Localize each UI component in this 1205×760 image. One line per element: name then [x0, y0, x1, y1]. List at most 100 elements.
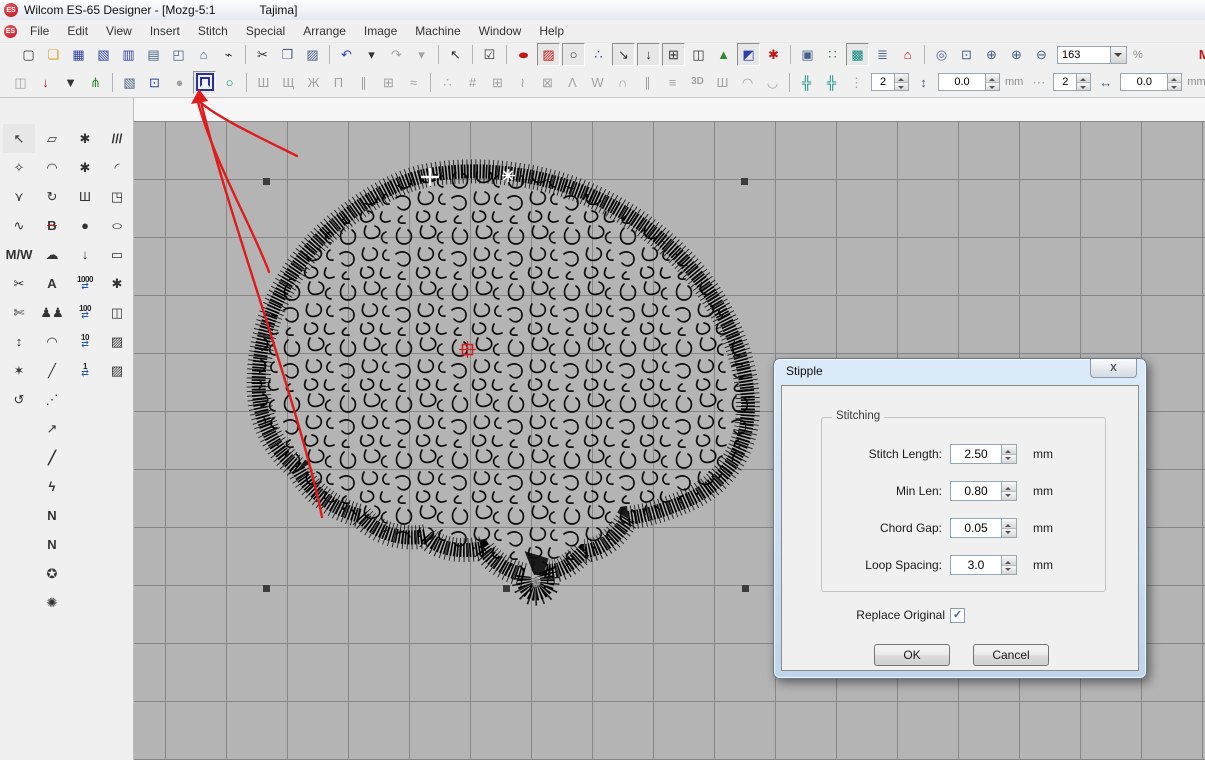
show-vector-icon[interactable]: ✱ [762, 43, 785, 66]
radial-fill-tool[interactable]: ✺ [36, 588, 68, 617]
needle-point-tool-icon[interactable]: ↓ [34, 71, 57, 94]
show-hoop-icon[interactable]: ◫ [687, 43, 710, 66]
spacing-1000-tool[interactable]: 1000⇄ [69, 269, 101, 298]
zoom-level-combo[interactable] [1057, 46, 1127, 64]
binoculars-tool[interactable]: ◫ [101, 298, 133, 327]
cloud-shape-tool[interactable]: ☁ [36, 240, 68, 269]
curved-fill-icon[interactable]: ≀ [511, 71, 534, 94]
print-icon[interactable]: ▤ [142, 43, 165, 66]
stitch-list-icon[interactable]: ≣ [871, 43, 894, 66]
menu-edit[interactable]: Edit [58, 21, 97, 41]
slant-lines-tool[interactable]: /// [101, 124, 133, 153]
col-spacing-spinner[interactable] [1120, 73, 1182, 91]
cloud-fill-a-icon[interactable]: ◠ [736, 71, 759, 94]
reshape-dome-tool[interactable]: ◠ [36, 153, 68, 182]
zoom-level-input[interactable] [1057, 46, 1110, 64]
mirror-copy-gray-tool[interactable]: ✱ [69, 153, 101, 182]
rectangle-tool[interactable]: ▭ [101, 240, 133, 269]
spacing-100-tool[interactable]: 100⇄ [69, 298, 101, 327]
stitch-length-input[interactable] [950, 444, 1002, 464]
menu-arrange[interactable]: Arrange [294, 21, 355, 41]
spacing-1-tool[interactable]: 1⇄ [69, 356, 101, 385]
export-machine-file-icon[interactable]: M [1193, 43, 1205, 66]
spacing-10-tool[interactable]: 10⇄ [69, 327, 101, 356]
connector-tool-icon[interactable]: ▼ [59, 71, 82, 94]
zoom-dropdown-icon[interactable] [1110, 46, 1127, 64]
ellipse-tool[interactable]: ○ [91, 211, 142, 240]
lettering-tool[interactable]: A [36, 269, 68, 298]
overview-thumbnail-icon[interactable]: ▣ [796, 43, 819, 66]
selection-handle[interactable] [263, 585, 270, 592]
zigzag-run-tool[interactable]: ∿ [3, 211, 35, 240]
measure-tool[interactable]: ↕ [3, 327, 35, 356]
trueview-icon[interactable]: ● [505, 43, 542, 66]
arc-tool[interactable]: ◜ [101, 153, 133, 182]
menu-insert[interactable]: Insert [141, 21, 189, 41]
circle-star-tool[interactable]: ✪ [36, 559, 68, 588]
color-film-icon[interactable]: ▩ [846, 43, 869, 66]
contour-fill-icon[interactable]: ≡ [661, 71, 684, 94]
chord-gap-input[interactable] [950, 518, 1002, 538]
design-properties-icon[interactable]: ▥ [117, 43, 140, 66]
design-window-icon[interactable]: ⌂ [896, 43, 919, 66]
hatch-fill-icon[interactable]: # [461, 71, 484, 94]
motif-run-icon[interactable]: Π [327, 71, 350, 94]
redo-icon[interactable]: ↷ [385, 43, 408, 66]
cross-stitch-icon[interactable]: ⊠ [536, 71, 559, 94]
hoop-layout-icon[interactable]: ◫ [9, 71, 32, 94]
column-satin-tool[interactable]: Ш [69, 182, 101, 211]
wm-fill-icon[interactable]: W [586, 71, 609, 94]
wave-fill-icon[interactable]: ≈ [402, 71, 425, 94]
zoom-out-icon[interactable]: ⊖ [1030, 43, 1053, 66]
col-spacing-icon[interactable]: ↔ [1094, 71, 1117, 94]
circle-object-icon[interactable]: ● [168, 71, 191, 94]
mirror-copy-tool[interactable]: ✱ [69, 124, 101, 153]
row-spacing-icon[interactable]: ↕ [912, 71, 935, 94]
show-grid-icon[interactable]: ⊞ [662, 43, 685, 66]
image-tool-2[interactable]: ▨ [101, 356, 133, 385]
loop-spacing-spinner[interactable] [1002, 555, 1017, 575]
min-len-input[interactable] [950, 481, 1002, 501]
flower-gray-tool[interactable]: ✱ [101, 269, 133, 298]
save-design-icon[interactable]: ▦ [67, 43, 90, 66]
zoom-in-icon[interactable]: ⊕ [1005, 43, 1028, 66]
thread-colors-icon[interactable]: ∷ [821, 43, 844, 66]
dialog-close-button[interactable]: X [1090, 359, 1137, 378]
threed-effect-icon[interactable]: 3D [686, 71, 709, 94]
chord-gap-spinner[interactable] [1002, 518, 1017, 538]
select-tool[interactable]: ↖ [3, 124, 35, 153]
print-preview-icon[interactable]: ◰ [167, 43, 190, 66]
show-needle-points-icon[interactable]: ∴ [587, 43, 610, 66]
zigzag-stitch-icon[interactable]: Ж [302, 71, 325, 94]
cols-count-spinner-input[interactable] [1053, 73, 1076, 91]
cloud-fill-b-icon[interactable]: ◡ [761, 71, 784, 94]
rows-count-spinner-buttons[interactable] [894, 73, 909, 91]
cut-needle-tool[interactable]: ✄ [3, 298, 35, 327]
selection-handle[interactable] [263, 178, 270, 185]
row-spacing-spinner-buttons[interactable] [985, 73, 1000, 91]
arch-fill-icon[interactable]: ∩ [611, 71, 634, 94]
vertical-lines-icon[interactable]: ∥ [636, 71, 659, 94]
arrow-line-tool[interactable]: ↗ [36, 414, 68, 443]
fan-tool[interactable]: ✶ [3, 356, 35, 385]
selection-handle[interactable] [503, 585, 510, 592]
menu-image[interactable]: Image [355, 21, 406, 41]
new-design-icon[interactable]: ▢ [17, 43, 40, 66]
cancel-button[interactable]: Cancel [973, 644, 1049, 666]
selection-handle[interactable] [741, 178, 748, 185]
row-spacing-spinner-input[interactable] [938, 73, 985, 91]
show-penetrations-icon[interactable]: ↓ [637, 43, 660, 66]
document-icon[interactable]: ES [4, 25, 17, 38]
sequence-icon[interactable]: ▧ [118, 71, 141, 94]
min-len-spinner[interactable] [1002, 481, 1017, 501]
ellipse-rotate-tool[interactable]: ↺ [3, 385, 35, 414]
menu-special[interactable]: Special [237, 21, 294, 41]
open-design-icon[interactable]: ❏ [42, 43, 65, 66]
redo-dropdown-icon[interactable]: ▾ [410, 43, 433, 66]
show-cursor-icon[interactable]: ↘ [612, 43, 635, 66]
cut-icon[interactable]: ✂ [251, 43, 274, 66]
ok-button[interactable]: OK [874, 644, 950, 666]
cols-count-spinner-buttons[interactable] [1076, 73, 1091, 91]
zoom-1to1-icon[interactable]: ◎ [930, 43, 953, 66]
complex-shape-tool[interactable]: ◳ [101, 182, 133, 211]
